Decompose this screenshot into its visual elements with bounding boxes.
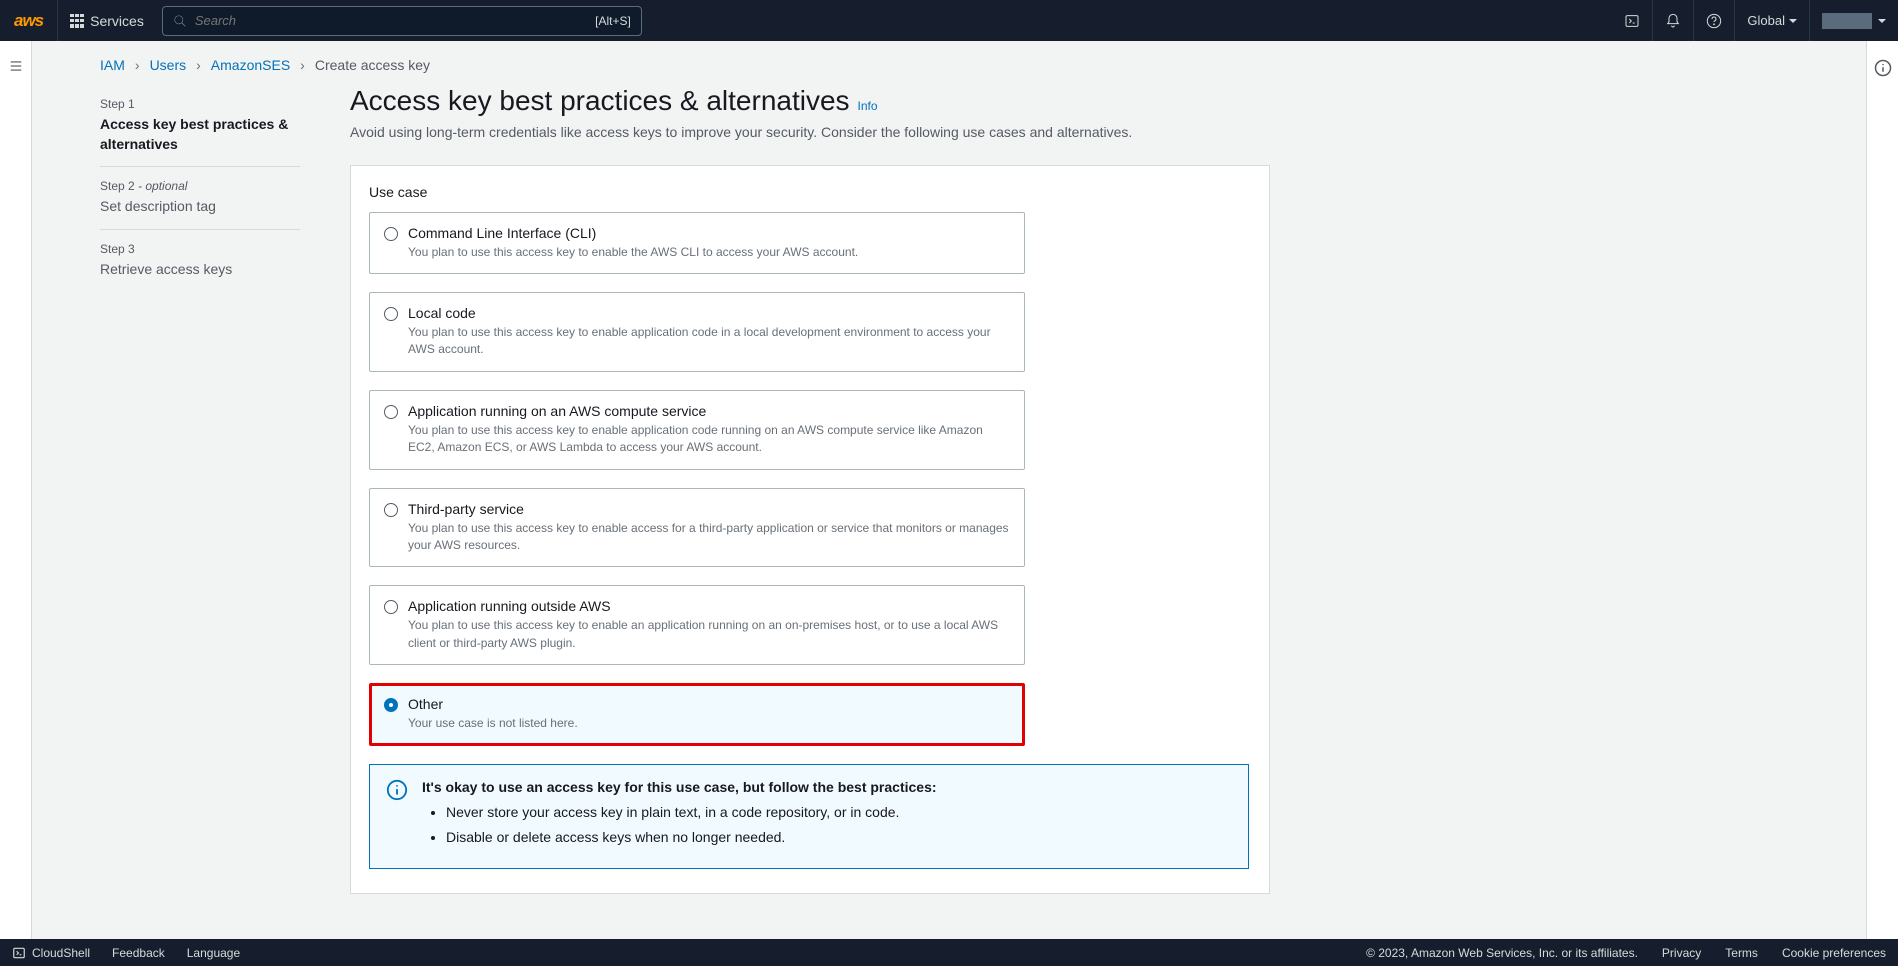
best-practices-info-box: It's okay to use an access key for this …: [369, 764, 1249, 869]
language-link[interactable]: Language: [187, 946, 240, 960]
wizard-step-1[interactable]: Step 1 Access key best practices & alter…: [100, 85, 300, 167]
breadcrumb-link[interactable]: AmazonSES: [211, 57, 290, 73]
page-description: Avoid using long-term credentials like a…: [350, 123, 1270, 143]
use-case-option-outside-aws[interactable]: Application running outside AWS You plan…: [369, 585, 1025, 665]
help-icon: [1706, 13, 1722, 29]
use-case-panel: Use case Command Line Interface (CLI) Yo…: [350, 165, 1270, 894]
terminal-icon: [1624, 13, 1640, 29]
radio-icon: [384, 600, 398, 614]
radio-icon: [384, 503, 398, 517]
account-name-redacted: [1822, 13, 1872, 29]
breadcrumb-link[interactable]: Users: [150, 57, 187, 73]
info-box-bullet: Never store your access key in plain tex…: [446, 803, 1232, 823]
terms-link[interactable]: Terms: [1725, 946, 1758, 960]
hamburger-icon: [8, 59, 24, 73]
bell-icon: [1665, 13, 1681, 29]
chevron-right-icon: ›: [135, 57, 140, 73]
region-selector[interactable]: Global: [1734, 0, 1809, 41]
services-label: Services: [90, 13, 144, 29]
chevron-right-icon: ›: [196, 57, 201, 73]
use-case-option-local-code[interactable]: Local code You plan to use this access k…: [369, 292, 1025, 372]
privacy-link[interactable]: Privacy: [1662, 946, 1701, 960]
chevron-down-icon: [1878, 19, 1886, 23]
copyright-text: © 2023, Amazon Web Services, Inc. or its…: [1366, 946, 1638, 960]
breadcrumb: IAM › Users › AmazonSES › Create access …: [32, 41, 1866, 85]
aws-logo[interactable]: aws: [0, 0, 58, 41]
use-case-option-other[interactable]: Other Your use case is not listed here.: [369, 683, 1025, 745]
top-nav: aws Services [Alt+S] Global: [0, 0, 1898, 41]
use-case-option-aws-compute[interactable]: Application running on an AWS compute se…: [369, 390, 1025, 470]
chevron-down-icon: [1789, 19, 1797, 23]
info-icon: [1874, 59, 1892, 77]
notifications-button[interactable]: [1652, 0, 1693, 41]
help-button[interactable]: [1693, 0, 1734, 41]
info-box-bullet: Disable or delete access keys when no lo…: [446, 828, 1232, 848]
breadcrumb-current: Create access key: [315, 57, 430, 73]
right-drawer-toggle[interactable]: [1866, 41, 1898, 939]
feedback-link[interactable]: Feedback: [112, 946, 165, 960]
radio-icon: [384, 227, 398, 241]
use-case-option-third-party[interactable]: Third-party service You plan to use this…: [369, 488, 1025, 568]
info-link[interactable]: Info: [858, 99, 878, 113]
global-search[interactable]: [Alt+S]: [162, 6, 642, 36]
radio-icon: [384, 698, 398, 712]
radio-icon: [384, 307, 398, 321]
wizard-step-2[interactable]: Step 2 - optional Set description tag: [100, 167, 300, 230]
grid-icon: [70, 14, 84, 28]
use-case-option-cli[interactable]: Command Line Interface (CLI) You plan to…: [369, 212, 1025, 274]
radio-icon: [384, 405, 398, 419]
account-menu[interactable]: [1809, 0, 1898, 41]
info-icon: [386, 779, 408, 854]
search-icon: [173, 14, 187, 28]
cloudshell-nav-button[interactable]: [1612, 0, 1652, 41]
wizard-steps: Step 1 Access key best practices & alter…: [100, 85, 300, 894]
chevron-right-icon: ›: [300, 57, 305, 73]
region-label: Global: [1747, 13, 1785, 28]
page-title: Access key best practices & alternatives: [350, 85, 850, 117]
info-box-title: It's okay to use an access key for this …: [422, 779, 1232, 795]
left-drawer-toggle[interactable]: [0, 41, 32, 939]
footer: CloudShell Feedback Language © 2023, Ama…: [0, 939, 1898, 966]
search-shortcut-hint: [Alt+S]: [595, 14, 631, 28]
breadcrumb-link[interactable]: IAM: [100, 57, 125, 73]
services-menu-button[interactable]: Services: [58, 0, 156, 41]
use-case-heading: Use case: [369, 184, 1251, 200]
aws-logo-text: aws: [14, 11, 43, 30]
search-input[interactable]: [195, 13, 631, 28]
cookies-link[interactable]: Cookie preferences: [1782, 946, 1886, 960]
cloudshell-button[interactable]: CloudShell: [12, 946, 90, 960]
wizard-step-3[interactable]: Step 3 Retrieve access keys: [100, 230, 300, 292]
terminal-icon: [12, 946, 26, 960]
